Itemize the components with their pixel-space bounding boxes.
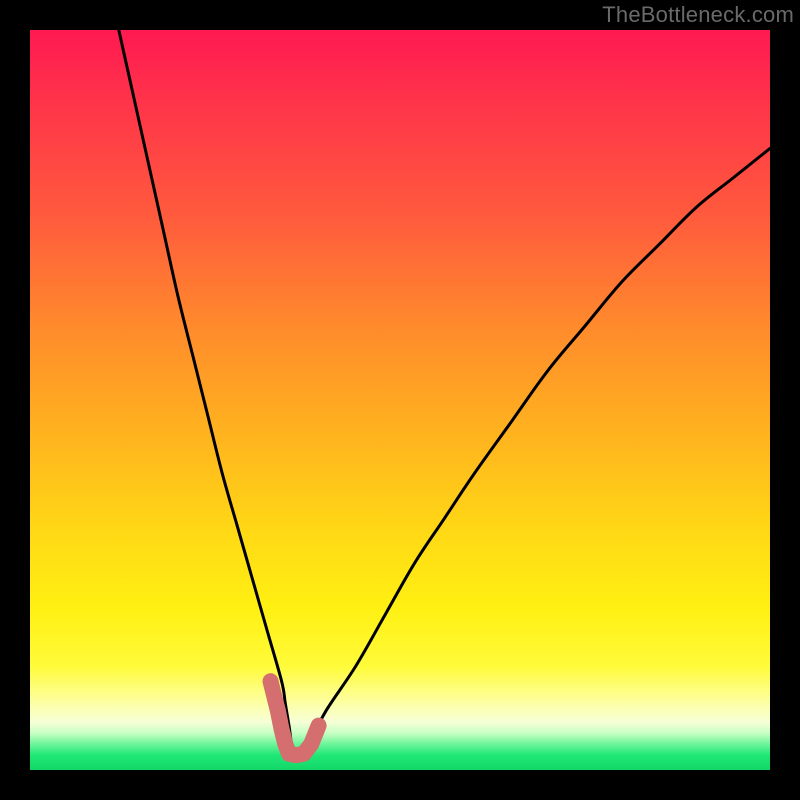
watermark: TheBottleneck.com [602,2,794,28]
chart-frame: TheBottleneck.com [0,0,800,800]
plot-area [30,30,770,770]
bottom-marker [271,681,319,755]
curve-layer [30,30,770,770]
bottleneck-curve [119,30,770,757]
